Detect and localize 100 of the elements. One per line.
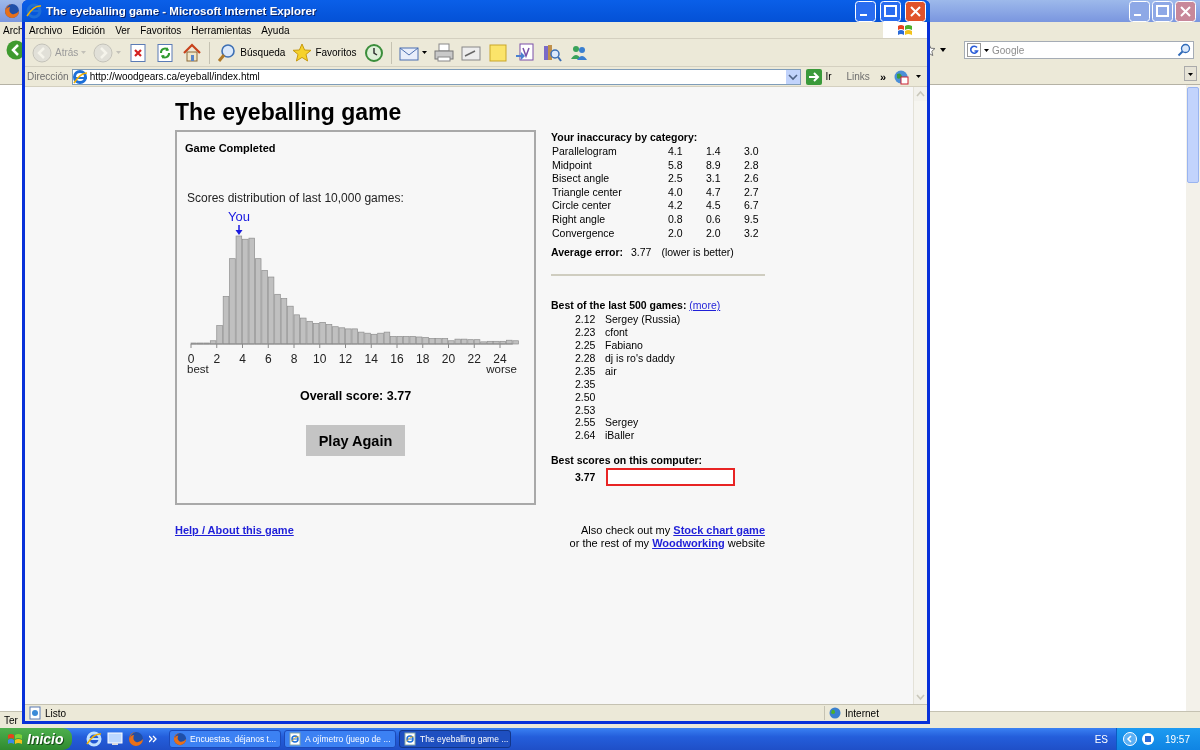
- network-icon[interactable]: [1140, 732, 1155, 746]
- tab-list-button[interactable]: [1184, 65, 1197, 81]
- clock-icon: [363, 42, 384, 63]
- score-value: 2.25: [575, 338, 597, 352]
- more-link[interactable]: (more): [689, 299, 721, 312]
- score-value: 2.53: [575, 403, 597, 417]
- caret-icon: [916, 75, 921, 78]
- category-name: Triangle center: [552, 185, 623, 200]
- axis-tick-label: 18: [416, 352, 430, 366]
- error-value: 2.5: [668, 172, 684, 186]
- search-button[interactable]: Búsqueda: [214, 41, 289, 64]
- desktop-icon[interactable]: [107, 731, 123, 747]
- score-value: 2.23: [575, 326, 597, 339]
- you-label: You: [228, 209, 250, 224]
- error-value: 4.1: [668, 145, 684, 159]
- globe-icon: [829, 707, 841, 719]
- score-value: 2.55: [575, 416, 597, 430]
- axis-tick-label: 10: [313, 352, 327, 366]
- error-value: 2.8: [744, 158, 760, 173]
- favorites-button[interactable]: Favoritos: [289, 41, 360, 64]
- axis-tick-label: 8: [290, 352, 298, 366]
- page-cross-icon: [128, 42, 149, 63]
- close-button[interactable]: [1175, 0, 1196, 22]
- menu-item[interactable]: Herramientas: [186, 24, 257, 36]
- error-value: 4.0: [668, 185, 684, 200]
- player-name: dj is ro's daddy: [605, 351, 676, 365]
- minimize-button[interactable]: [1129, 0, 1150, 22]
- average-value: 3.77: [631, 246, 652, 260]
- error-value: 2.6: [744, 172, 760, 186]
- axis-tick-label: 0: [187, 352, 195, 366]
- scrollbar[interactable]: [1186, 85, 1200, 711]
- score-value: 2.12: [575, 313, 597, 327]
- minimize-button[interactable]: [855, 0, 876, 22]
- status-text: Ter: [4, 714, 18, 726]
- menu-item[interactable]: Ver: [110, 24, 136, 36]
- printer-icon: [433, 42, 454, 63]
- menu-item[interactable]: Ayuda: [256, 24, 295, 36]
- score-value: 2.28: [575, 351, 597, 365]
- windows-flag-icon: [7, 732, 23, 746]
- search-icon: [217, 42, 238, 63]
- go-button[interactable]: Ir: [804, 68, 840, 85]
- links-button[interactable]: Links »: [842, 70, 890, 83]
- play-again-button[interactable]: Play Again: [306, 425, 405, 456]
- category-name: Midpoint: [552, 158, 593, 173]
- menu-item[interactable]: Favoritos: [135, 24, 187, 36]
- player-name: Sergey: [605, 416, 640, 430]
- caret-icon: [81, 51, 87, 54]
- dropdown-button[interactable]: [786, 69, 801, 84]
- menu-item[interactable]: Archivo: [25, 24, 68, 36]
- footer-link[interactable]: Stock chart game: [673, 524, 765, 536]
- axis-end-label: worse: [486, 363, 517, 375]
- category-name: Parallelogram: [552, 145, 618, 159]
- error-value: 3.1: [706, 172, 722, 186]
- axis-tick-label: 12: [338, 352, 353, 366]
- firefox-icon: [4, 3, 20, 19]
- footer-text: Also check out my Stock chart game: [579, 524, 765, 537]
- name-input[interactable]: [606, 468, 736, 487]
- footer-link[interactable]: Woodworking: [652, 536, 725, 549]
- google-logo-icon: [967, 43, 981, 57]
- search-field[interactable]: Google: [964, 41, 1194, 59]
- category-name: Bisect angle: [552, 172, 611, 186]
- error-value: 2.0: [668, 226, 684, 241]
- error-value: 0.8: [668, 212, 684, 227]
- section-heading: Your inaccuracy by category:: [551, 131, 699, 143]
- language-indicator[interactable]: ES: [1094, 733, 1116, 745]
- local-score: 3.77: [575, 471, 596, 484]
- address-label: Dirección: [27, 71, 69, 82]
- window-title: The eyeballing game - Microsoft Internet Explorer: [46, 5, 318, 17]
- overall-score: Overall score: 3.77: [299, 389, 412, 403]
- menu-item[interactable]: Edición: [67, 24, 111, 36]
- windows-flag-icon: [897, 23, 913, 37]
- axis-tick-label: 4: [239, 352, 246, 366]
- caret-icon: [116, 51, 122, 54]
- firefox-icon[interactable]: [128, 731, 144, 747]
- address-field[interactable]: http://woodgears.ca/eyeball/index.html: [71, 68, 802, 85]
- section-heading: Best scores on this computer:: [551, 454, 704, 467]
- arrow-left-icon[interactable]: [1122, 732, 1137, 746]
- chevron-icon[interactable]: [149, 735, 157, 743]
- star-icon: [292, 42, 313, 63]
- taskbar-button[interactable]: Encuestas, déjanos t...: [169, 730, 281, 748]
- error-value: 4.5: [706, 199, 722, 213]
- category-name: Convergence: [552, 226, 616, 241]
- player-name: air: [605, 364, 618, 378]
- axis-tick-label: 22: [467, 352, 481, 366]
- ie-icon: [26, 3, 42, 19]
- score-value: 2.64: [575, 429, 597, 443]
- error-value: 4.7: [706, 185, 722, 200]
- firefox-icon: [173, 732, 187, 746]
- close-button[interactable]: [905, 0, 926, 22]
- caret-icon: [984, 48, 989, 52]
- house-icon: [182, 42, 203, 63]
- error-value: 2.7: [744, 185, 760, 200]
- taskbar-button[interactable]: A ojímetro (juego de ...: [284, 730, 396, 748]
- maximize-button[interactable]: [880, 0, 901, 22]
- maximize-button[interactable]: [1152, 0, 1173, 22]
- taskbar-button[interactable]: The eyeballing game ...: [399, 730, 511, 748]
- arrow-right-icon: [806, 68, 823, 85]
- ie-icon[interactable]: [86, 731, 102, 747]
- average-label: Average error:: [551, 246, 623, 260]
- help-link[interactable]: Help / About this game: [175, 524, 294, 549]
